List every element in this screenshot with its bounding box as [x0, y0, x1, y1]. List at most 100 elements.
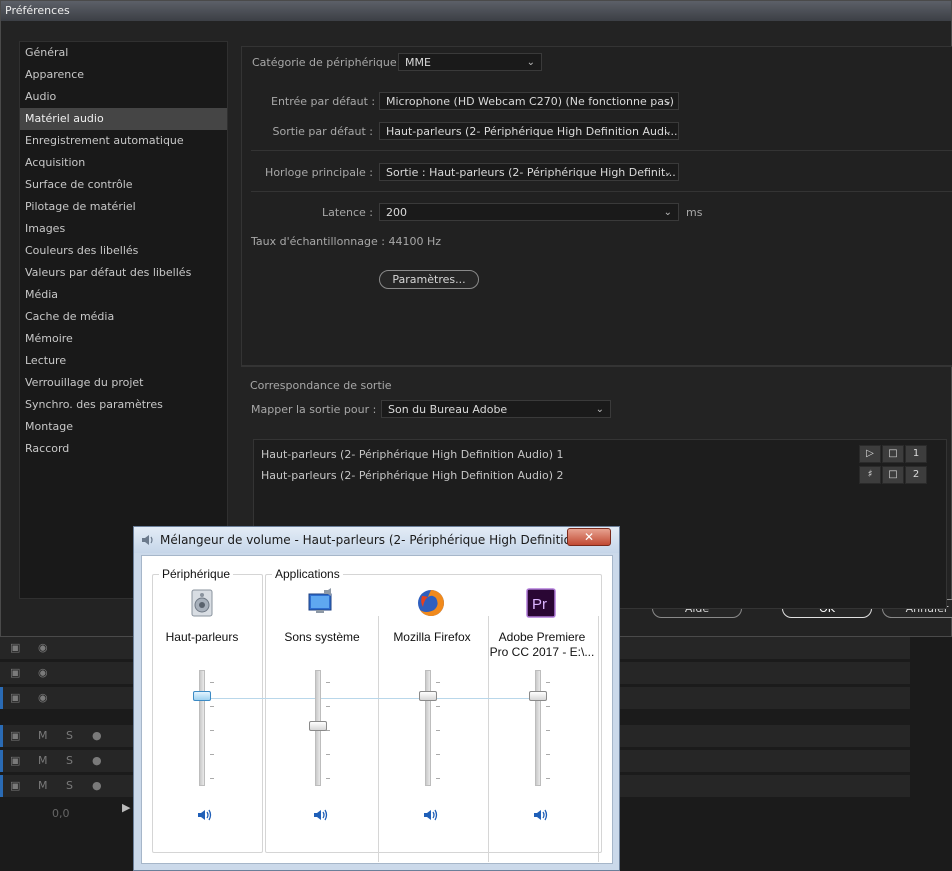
film-icon[interactable]: ▣	[10, 779, 20, 792]
eye-icon[interactable]: ◉	[38, 641, 48, 654]
sidebar-item-device-control[interactable]: Pilotage de matériel	[20, 196, 227, 218]
volume-slider-thumb[interactable]	[529, 690, 547, 701]
device-category-value: MME	[405, 56, 431, 69]
map-output-label: Mapper la sortie pour :	[251, 403, 377, 416]
close-button[interactable]: ✕	[567, 528, 611, 546]
latency-label: Latence :	[322, 206, 373, 219]
volume-mixer-window: Mélangeur de volume - Haut-parleurs (2- …	[133, 526, 620, 871]
svg-text:Pr: Pr	[532, 596, 547, 613]
sidebar-item-capture[interactable]: Acquisition	[20, 152, 227, 174]
chevron-down-icon: ⌄	[595, 404, 604, 415]
sidebar-item-memory[interactable]: Mémoire	[20, 328, 227, 350]
film-icon[interactable]: ▣	[10, 666, 20, 679]
device-category-dropdown[interactable]: MME ⌄	[398, 53, 542, 71]
sidebar-item-playback[interactable]: Lecture	[20, 350, 227, 372]
sidebar-item-media[interactable]: Média	[20, 284, 227, 306]
mute-toggle[interactable]: M	[38, 729, 48, 742]
sidebar-item-appearance[interactable]: Apparence	[20, 64, 227, 86]
eye-icon[interactable]: ◉	[38, 691, 48, 704]
default-input-dropdown[interactable]: Microphone (HD Webcam C270) (Ne fonction…	[379, 92, 679, 110]
system-sounds-icon	[308, 588, 332, 613]
sidebar-item-general[interactable]: Général	[20, 42, 227, 64]
film-icon[interactable]: ▣	[10, 641, 20, 654]
sidebar-item-label-defaults[interactable]: Valeurs par défaut des libellés	[20, 262, 227, 284]
mute-toggle[interactable]: M	[38, 754, 48, 767]
slider-tick	[436, 706, 440, 707]
film-icon[interactable]: ▣	[10, 729, 20, 742]
channel-name: Sons système	[284, 630, 360, 644]
map-output-dropdown[interactable]: Son du Bureau Adobe ⌄	[381, 400, 611, 418]
microphone-icon[interactable]: ●	[92, 729, 102, 742]
slider-tick	[210, 730, 214, 731]
sample-rate-text: Taux d'échantillonnage : 44100 Hz	[251, 235, 442, 248]
divider	[251, 191, 952, 192]
sidebar-item-audio[interactable]: Audio	[20, 86, 227, 108]
solo-toggle[interactable]: S	[66, 754, 73, 767]
solo-toggle[interactable]: S	[66, 779, 73, 792]
sidebar-item-trim[interactable]: Raccord	[20, 438, 227, 460]
chevron-down-icon: ⌄	[663, 96, 672, 107]
default-input-value: Microphone (HD Webcam C270) (Ne fonction…	[386, 95, 674, 108]
track-target-marker	[0, 687, 3, 709]
slider-tick	[326, 778, 330, 779]
slider-tick	[210, 754, 214, 755]
premiere-pro-icon: Pr	[526, 588, 556, 618]
master-clock-dropdown[interactable]: Sortie : Haut-parleurs (2- Périphérique …	[379, 163, 679, 181]
mute-toggle[interactable]: M	[38, 779, 48, 792]
channel-frame-icon[interactable]: □	[882, 445, 904, 463]
default-output-dropdown[interactable]: Haut-parleurs (2- Périphérique High Defi…	[379, 122, 679, 140]
speaker-device-icon	[191, 589, 213, 617]
volume-slider-track[interactable]	[199, 670, 205, 786]
volume-slider-thumb[interactable]	[193, 690, 211, 701]
output-row: Haut-parleurs (2- Périphérique High Defi…	[261, 448, 564, 461]
solo-toggle[interactable]: S	[66, 729, 73, 742]
sidebar-item-project-locking[interactable]: Verrouillage du projet	[20, 372, 227, 394]
device-category-label: Catégorie de périphérique :	[252, 56, 404, 69]
chevron-down-icon: ⌄	[526, 57, 535, 68]
slider-tick	[210, 778, 214, 779]
sidebar-item-control-surface[interactable]: Surface de contrôle	[20, 174, 227, 196]
volume-slider-thumb[interactable]	[309, 720, 327, 731]
slider-tick	[436, 682, 440, 683]
speaker-small-icon[interactable]: ♯	[859, 466, 881, 484]
eye-icon[interactable]: ◉	[38, 666, 48, 679]
sidebar-item-label-colors[interactable]: Couleurs des libellés	[20, 240, 227, 262]
channel-name: Mozilla Firefox	[393, 630, 471, 644]
sidebar-item-graphics[interactable]: Images	[20, 218, 227, 240]
mute-speaker-icon[interactable]	[423, 808, 439, 822]
mute-speaker-icon[interactable]	[533, 808, 549, 822]
volume-slider-track[interactable]	[535, 670, 541, 786]
sidebar-item-sync-settings[interactable]: Synchro. des paramètres	[20, 394, 227, 416]
sidebar-item-auto-save[interactable]: Enregistrement automatique	[20, 130, 227, 152]
track-target-marker	[0, 725, 3, 747]
volume-slider-thumb[interactable]	[419, 690, 437, 701]
play-icon[interactable]: ▷	[859, 445, 881, 463]
slider-tick	[546, 730, 550, 731]
mixer-client-area: Périphérique Applications Haut-parleurs …	[141, 555, 613, 864]
latency-dropdown[interactable]: 200 ⌄	[379, 203, 679, 221]
slider-tick	[210, 682, 214, 683]
film-icon[interactable]: ▣	[10, 754, 20, 767]
mute-speaker-icon[interactable]	[197, 808, 213, 822]
divider	[251, 150, 952, 151]
slider-tick	[436, 778, 440, 779]
playhead-icon[interactable]: ▶	[122, 801, 130, 814]
chevron-down-icon: ⌄	[663, 167, 672, 178]
channel-frame-icon[interactable]: □	[882, 466, 904, 484]
mute-speaker-icon[interactable]	[313, 808, 329, 822]
sidebar-item-timeline[interactable]: Montage	[20, 416, 227, 438]
film-icon[interactable]: ▣	[10, 691, 20, 704]
slider-tick	[210, 706, 214, 707]
default-input-label: Entrée par défaut :	[271, 95, 376, 108]
slider-tick	[546, 754, 550, 755]
latency-value: 200	[386, 206, 407, 219]
applications-group-title: Applications	[272, 567, 343, 581]
sidebar-item-media-cache[interactable]: Cache de média	[20, 306, 227, 328]
microphone-icon[interactable]: ●	[92, 779, 102, 792]
volume-slider-track[interactable]	[425, 670, 431, 786]
chevron-down-icon: ⌄	[663, 126, 672, 137]
peak-indicator-line	[200, 698, 545, 699]
microphone-icon[interactable]: ●	[92, 754, 102, 767]
settings-button[interactable]: Paramètres...	[379, 270, 479, 289]
sidebar-item-audio-hardware[interactable]: Matériel audio	[20, 108, 227, 130]
